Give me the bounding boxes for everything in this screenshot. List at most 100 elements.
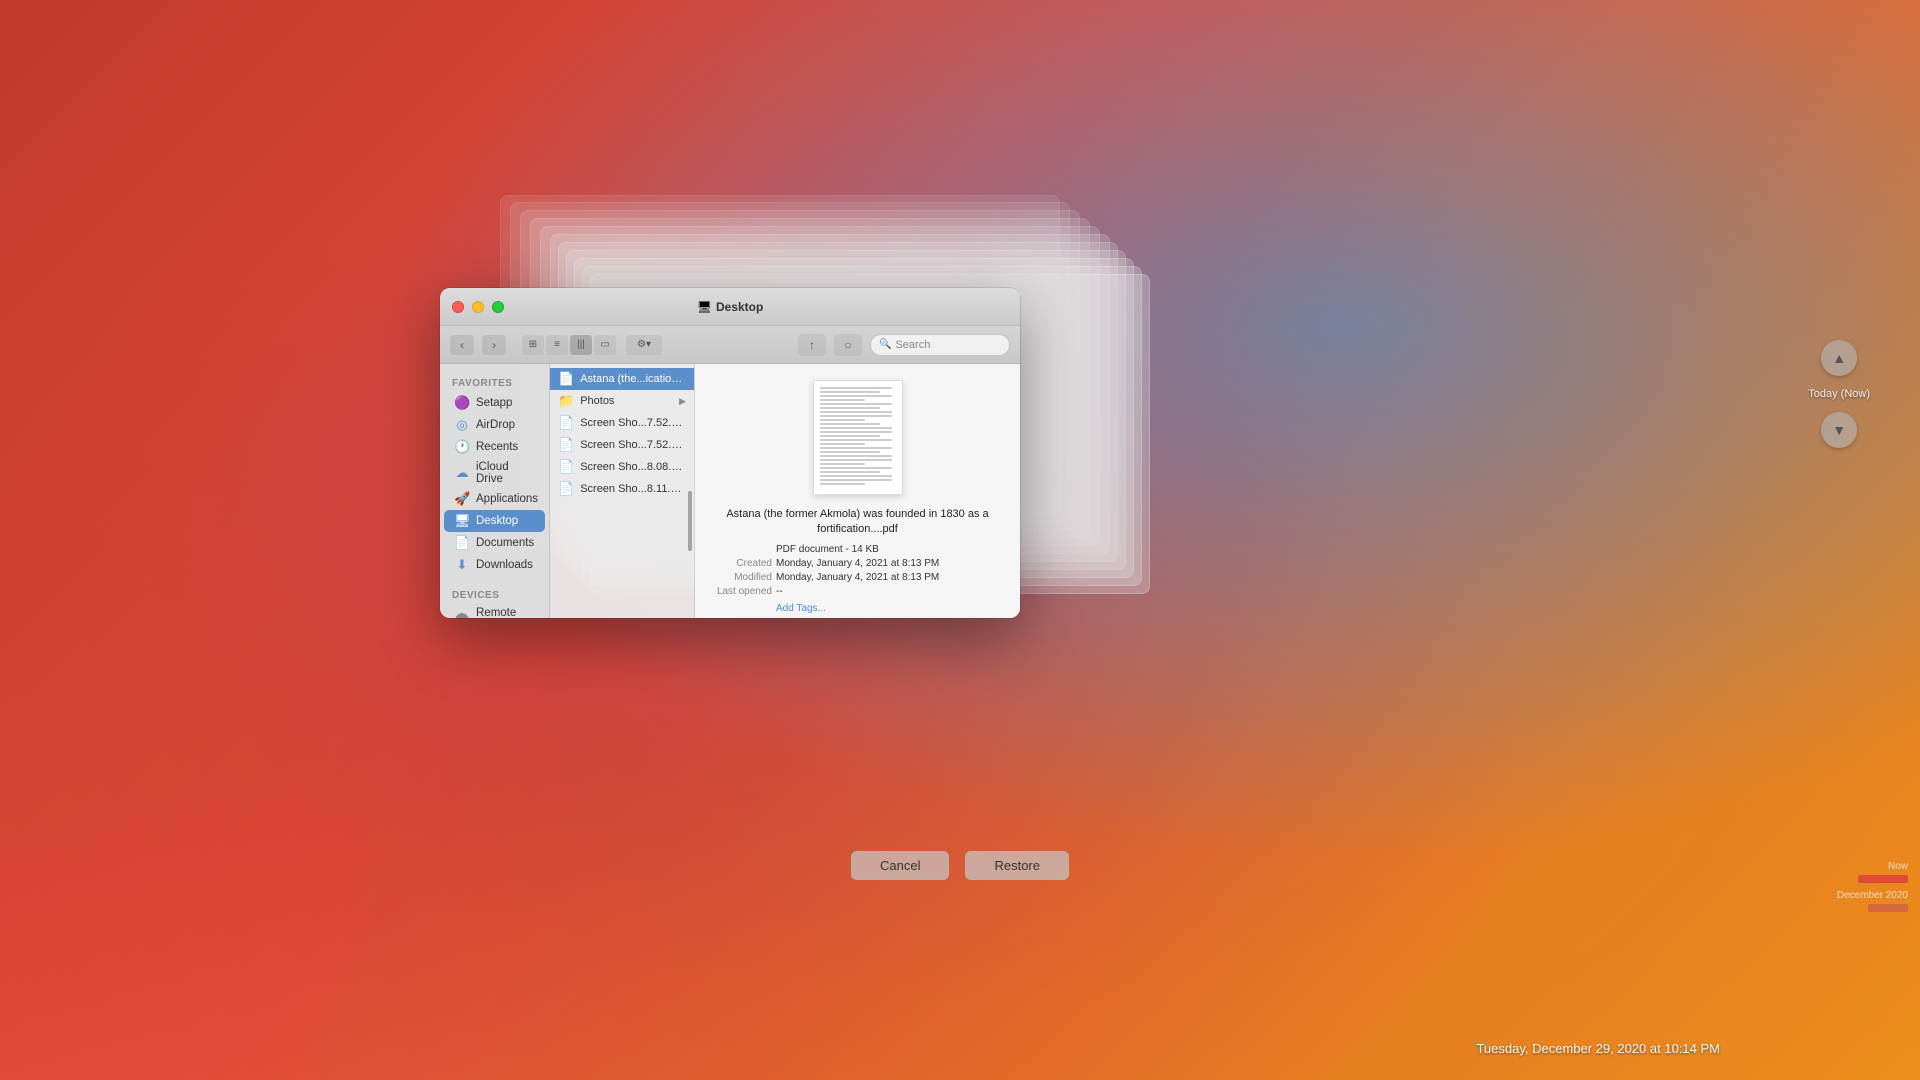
sidebar-label-icloud: iCloud Drive xyxy=(476,461,535,485)
file-item-photos[interactable]: 📁 Photos ▶ xyxy=(550,390,694,412)
file-item-screen2[interactable]: 📄 Screen Sho...7.52.38 PM xyxy=(550,434,694,456)
search-box[interactable]: 🔍 Search xyxy=(870,334,1010,356)
finder-body: Favorites 🟣 Setapp ◎ AirDrop 🕐 Recents ☁… xyxy=(440,364,1020,618)
pdf-line xyxy=(820,463,866,465)
last-opened-row: Last opened -- xyxy=(707,586,1008,597)
pdf-icon: 📄 xyxy=(558,371,574,387)
sidebar-item-documents[interactable]: 📄 Documents xyxy=(444,532,545,554)
devices-header: Devices xyxy=(440,584,549,604)
favorites-header: Favorites xyxy=(440,372,549,392)
tm-date-dec[interactable]: December 2020 xyxy=(1837,890,1908,901)
sidebar-item-icloud[interactable]: ☁ iCloud Drive xyxy=(444,458,545,488)
sidebar-label-documents: Documents xyxy=(476,537,534,549)
tm-date-now[interactable]: Now xyxy=(1888,861,1908,872)
maximize-button[interactable] xyxy=(492,301,504,313)
pdf-line xyxy=(820,415,892,417)
close-button[interactable] xyxy=(452,301,464,313)
pdf-line xyxy=(820,439,892,441)
pdf-line xyxy=(820,399,866,401)
last-opened-label: Last opened xyxy=(707,586,772,597)
recents-icon: 🕐 xyxy=(454,439,470,455)
pdf-line xyxy=(820,387,892,389)
forward-button[interactable]: › xyxy=(482,335,506,355)
pdf-line xyxy=(820,395,892,397)
file-name-photos: Photos xyxy=(580,395,614,407)
downloads-icon: ⬇ xyxy=(454,557,470,573)
tag-button[interactable]: ○ xyxy=(834,334,862,356)
sidebar-item-recents[interactable]: 🕐 Recents xyxy=(444,436,545,458)
sidebar-item-airdrop[interactable]: ◎ AirDrop xyxy=(444,414,545,436)
sidebar-item-remote-disc[interactable]: ⬤ Remote Disc xyxy=(444,604,545,618)
finder-window: 🖥 Desktop ‹ › ⊞ ≡ ||| ▭ ⚙▾ ↑ ○ 🔍 Searc xyxy=(440,288,1020,618)
pdf-line xyxy=(820,443,866,445)
pdf-line xyxy=(820,435,881,437)
sidebar-label-remote-disc: Remote Disc xyxy=(476,607,535,618)
airdrop-icon: ◎ xyxy=(454,417,470,433)
pdf-line xyxy=(820,423,881,425)
sidebar-label-setapp: Setapp xyxy=(476,397,512,409)
window-title: Desktop xyxy=(716,300,763,314)
file-list: 📄 Astana (the...ication....pdf 📁 Photos … xyxy=(550,364,695,618)
created-label: Created xyxy=(707,558,772,569)
list-view-button[interactable]: ≡ xyxy=(546,335,568,355)
applications-icon: 🚀 xyxy=(454,491,470,507)
sidebar-label-airdrop: AirDrop xyxy=(476,419,515,431)
sidebar-item-downloads[interactable]: ⬇ Downloads xyxy=(444,554,545,576)
pdf-line xyxy=(820,407,881,409)
tm-dec-bar xyxy=(1868,904,1908,912)
search-icon: 🔍 xyxy=(879,339,891,350)
pdf-thumbnail xyxy=(813,380,903,495)
screenshot-icon-3: 📄 xyxy=(558,459,574,475)
column-view-button[interactable]: ||| xyxy=(570,335,592,355)
share-button[interactable]: ↑ xyxy=(798,334,826,356)
view-buttons: ⊞ ≡ ||| ▭ xyxy=(522,335,616,355)
pdf-line xyxy=(820,479,892,481)
pdf-line xyxy=(820,475,892,477)
gallery-view-button[interactable]: ▭ xyxy=(594,335,616,355)
sidebar-label-applications: Applications xyxy=(476,493,538,505)
pdf-line xyxy=(820,403,892,405)
add-tags-button[interactable]: Add Tags... xyxy=(776,603,826,614)
sidebar-label-downloads: Downloads xyxy=(476,559,533,571)
tm-now-bar xyxy=(1858,875,1908,883)
sidebar-label-recents: Recents xyxy=(476,441,518,453)
tags-row: Add Tags... xyxy=(707,603,1008,614)
sidebar-item-setapp[interactable]: 🟣 Setapp xyxy=(444,392,545,414)
setapp-icon: 🟣 xyxy=(454,395,470,411)
pdf-line xyxy=(820,455,892,457)
restore-button[interactable]: Restore xyxy=(965,851,1069,880)
remote-disc-icon: ⬤ xyxy=(454,611,470,618)
created-row: Created Monday, January 4, 2021 at 8:13 … xyxy=(707,558,1008,569)
icon-view-button[interactable]: ⊞ xyxy=(522,335,544,355)
file-item-screen1[interactable]: 📄 Screen Sho...7.52.32 PM xyxy=(550,412,694,434)
back-button[interactable]: ‹ xyxy=(450,335,474,355)
pdf-line xyxy=(820,431,892,433)
pdf-line xyxy=(820,411,892,413)
sidebar-label-desktop: Desktop xyxy=(476,515,518,527)
folder-icon: 📁 xyxy=(558,393,574,409)
file-type-value: PDF document - 14 KB xyxy=(776,544,879,555)
file-name-screen3: Screen Sho...8.08.25 PM xyxy=(580,461,686,473)
modified-row: Modified Monday, January 4, 2021 at 8:13… xyxy=(707,572,1008,583)
cancel-button[interactable]: Cancel xyxy=(851,851,949,880)
tm-down-button[interactable]: ▼ xyxy=(1821,412,1857,448)
search-placeholder: Search xyxy=(895,339,930,351)
clock-display: Tuesday, December 29, 2020 at 10:14 PM xyxy=(1476,1041,1720,1056)
sort-options-button[interactable]: ⚙▾ xyxy=(626,335,662,355)
tm-up-button[interactable]: ▲ xyxy=(1821,340,1857,376)
minimize-button[interactable] xyxy=(472,301,484,313)
created-value: Monday, January 4, 2021 at 8:13 PM xyxy=(776,558,939,569)
preview-panel: Astana (the former Akmola) was founded i… xyxy=(695,364,1020,618)
sidebar-item-desktop[interactable]: 🖥 Desktop xyxy=(444,510,545,532)
file-item-astana[interactable]: 📄 Astana (the...ication....pdf xyxy=(550,368,694,390)
sidebar-item-applications[interactable]: 🚀 Applications xyxy=(444,488,545,510)
file-item-screen4[interactable]: 📄 Screen Sho...8.11.17 PM xyxy=(550,478,694,500)
timemachine-strips: Now December 2020 xyxy=(1800,580,1920,920)
screenshot-icon-1: 📄 xyxy=(558,415,574,431)
desktop-icon: 🖥 xyxy=(454,513,470,529)
pdf-line xyxy=(820,447,892,449)
file-item-screen3[interactable]: 📄 Screen Sho...8.08.25 PM xyxy=(550,456,694,478)
scrollbar-thumb[interactable] xyxy=(688,491,692,551)
finder-sidebar: Favorites 🟣 Setapp ◎ AirDrop 🕐 Recents ☁… xyxy=(440,364,550,618)
last-opened-value: -- xyxy=(776,586,783,597)
